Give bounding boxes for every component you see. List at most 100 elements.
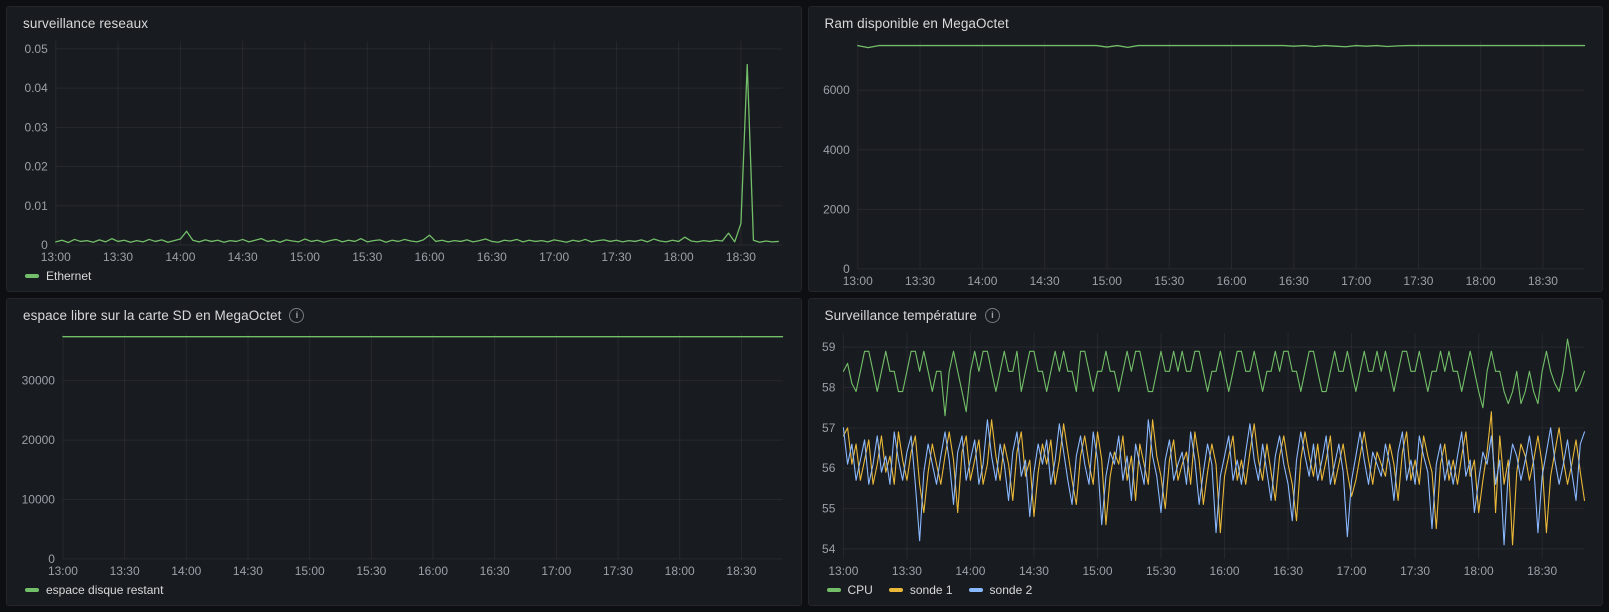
svg-text:14:00: 14:00 (171, 564, 201, 578)
svg-text:54: 54 (822, 542, 836, 556)
ram-chart[interactable]: 13:00 13:30 14:00 14:30 15:00 15:30 16:00 16:30… (817, 35, 1595, 289)
svg-text:15:30: 15:30 (1145, 564, 1175, 578)
svg-text:17:00: 17:00 (541, 564, 571, 578)
svg-text:16:30: 16:30 (1273, 564, 1303, 578)
svg-text:0.03: 0.03 (24, 120, 48, 134)
svg-text:18:30: 18:30 (1527, 274, 1557, 288)
svg-text:14:00: 14:00 (165, 250, 195, 264)
info-icon[interactable] (984, 308, 1000, 323)
svg-text:13:30: 13:30 (103, 250, 133, 264)
series-swatch (25, 274, 39, 278)
svg-text:17:30: 17:30 (601, 250, 631, 264)
panel-ram-disponible: Ram disponible en MegaOctet 13:00 13:30 14… (807, 6, 1603, 292)
legend-label: sonde 2 (989, 583, 1033, 597)
svg-text:17:00: 17:00 (539, 250, 569, 264)
svg-text:56: 56 (822, 461, 836, 475)
svg-text:0: 0 (41, 238, 48, 252)
svg-text:15:30: 15:30 (1154, 274, 1184, 288)
series-swatch (968, 588, 983, 592)
series-swatch (25, 588, 39, 592)
panel-title[interactable]: Ram disponible en MegaOctet (825, 16, 1009, 31)
svg-text:14:30: 14:30 (1018, 564, 1048, 578)
svg-text:15:30: 15:30 (356, 564, 386, 578)
svg-text:0.05: 0.05 (24, 42, 48, 56)
svg-text:10000: 10000 (22, 492, 56, 506)
svg-text:17:00: 17:00 (1336, 564, 1366, 578)
svg-text:16:30: 16:30 (480, 564, 510, 578)
panel-header: Surveillance température (809, 299, 1603, 325)
legend-label: sonde 1 (909, 583, 953, 597)
svg-text:14:30: 14:30 (1029, 274, 1059, 288)
panel-title[interactable]: surveillance reseaux (23, 16, 148, 31)
svg-text:16:00: 16:00 (1216, 274, 1246, 288)
series-swatch (826, 588, 841, 592)
grafana-dashboard: surveillance reseaux 13:00 13:30 14:00 14:3… (0, 0, 1609, 612)
svg-text:15:00: 15:00 (1091, 274, 1121, 288)
panel-header: espace libre sur la carte SD en MegaOcte… (7, 299, 801, 325)
svg-text:15:00: 15:00 (1082, 564, 1112, 578)
svg-text:18:30: 18:30 (726, 564, 756, 578)
svg-text:14:00: 14:00 (955, 564, 985, 578)
svg-text:17:30: 17:30 (603, 564, 633, 578)
svg-text:15:00: 15:00 (290, 250, 320, 264)
svg-text:13:00: 13:00 (828, 564, 858, 578)
legend-item-espace-disque[interactable]: espace disque restant (25, 583, 163, 597)
chart-area: 13:00 13:30 14:00 14:30 15:00 15:30 16:00 16:30… (809, 33, 1603, 291)
legend-item-sonde-1[interactable]: sonde 1 (888, 583, 953, 597)
legend-label: espace disque restant (46, 583, 164, 597)
svg-text:57: 57 (822, 421, 836, 435)
svg-text:15:30: 15:30 (352, 250, 382, 264)
svg-text:0: 0 (48, 552, 55, 566)
legend-item-sonde-2[interactable]: sonde 2 (968, 583, 1033, 597)
panel-title[interactable]: espace libre sur la carte SD en MegaOcte… (23, 308, 281, 323)
svg-text:14:30: 14:30 (233, 564, 263, 578)
svg-text:0.02: 0.02 (24, 159, 48, 173)
legend: CPU sonde 1 sonde 2 (809, 581, 1603, 605)
svg-text:18:30: 18:30 (726, 250, 756, 264)
svg-text:16:30: 16:30 (1278, 274, 1308, 288)
svg-text:0.04: 0.04 (24, 81, 48, 95)
svg-text:0.01: 0.01 (24, 199, 48, 213)
temperature-chart[interactable]: 13:00 13:30 14:00 14:30 15:00 15:30 16:00 16:30… (817, 327, 1595, 579)
svg-text:14:00: 14:00 (967, 274, 997, 288)
legend-item-ethernet[interactable]: Ethernet (25, 269, 91, 283)
svg-text:14:30: 14:30 (228, 250, 258, 264)
network-traffic-chart[interactable]: 13:00 13:30 14:00 14:30 15:00 15:30 16:00 16:30… (15, 35, 793, 265)
series-swatch (888, 588, 903, 592)
svg-text:59: 59 (822, 340, 836, 354)
legend: espace disque restant (7, 581, 801, 605)
svg-text:18:30: 18:30 (1527, 564, 1557, 578)
svg-text:6000: 6000 (823, 83, 850, 97)
svg-text:13:00: 13:00 (41, 250, 71, 264)
svg-text:2000: 2000 (823, 202, 850, 216)
svg-text:18:00: 18:00 (665, 564, 695, 578)
svg-text:16:30: 16:30 (477, 250, 507, 264)
svg-text:16:00: 16:00 (415, 250, 445, 264)
svg-text:55: 55 (822, 502, 836, 516)
legend-label: CPU (847, 583, 873, 597)
svg-text:16:00: 16:00 (1209, 564, 1239, 578)
svg-text:17:30: 17:30 (1400, 564, 1430, 578)
svg-text:13:30: 13:30 (110, 564, 140, 578)
legend-label: Ethernet (46, 269, 92, 283)
svg-text:13:30: 13:30 (905, 274, 935, 288)
svg-text:58: 58 (822, 381, 836, 395)
svg-text:13:00: 13:00 (842, 274, 872, 288)
sd-card-space-chart[interactable]: 13:00 13:30 14:00 14:30 15:00 15:30 16:00 16:30… (15, 327, 793, 579)
chart-area: 13:00 13:30 14:00 14:30 15:00 15:30 16:00 16:30… (7, 325, 801, 581)
panel-surveillance-reseaux: surveillance reseaux 13:00 13:30 14:00 14:3… (6, 6, 802, 292)
svg-text:18:00: 18:00 (1465, 274, 1495, 288)
svg-text:13:30: 13:30 (891, 564, 921, 578)
legend-item-cpu[interactable]: CPU (826, 583, 873, 597)
svg-text:17:30: 17:30 (1403, 274, 1433, 288)
svg-text:4000: 4000 (823, 143, 850, 157)
svg-text:0: 0 (843, 262, 850, 276)
svg-text:13:00: 13:00 (48, 564, 78, 578)
svg-text:20000: 20000 (22, 433, 56, 447)
svg-text:17:00: 17:00 (1341, 274, 1371, 288)
info-icon[interactable] (289, 308, 305, 323)
svg-text:16:00: 16:00 (418, 564, 448, 578)
panel-header: surveillance reseaux (7, 7, 801, 33)
svg-text:30000: 30000 (22, 374, 56, 388)
panel-title[interactable]: Surveillance température (825, 308, 977, 323)
